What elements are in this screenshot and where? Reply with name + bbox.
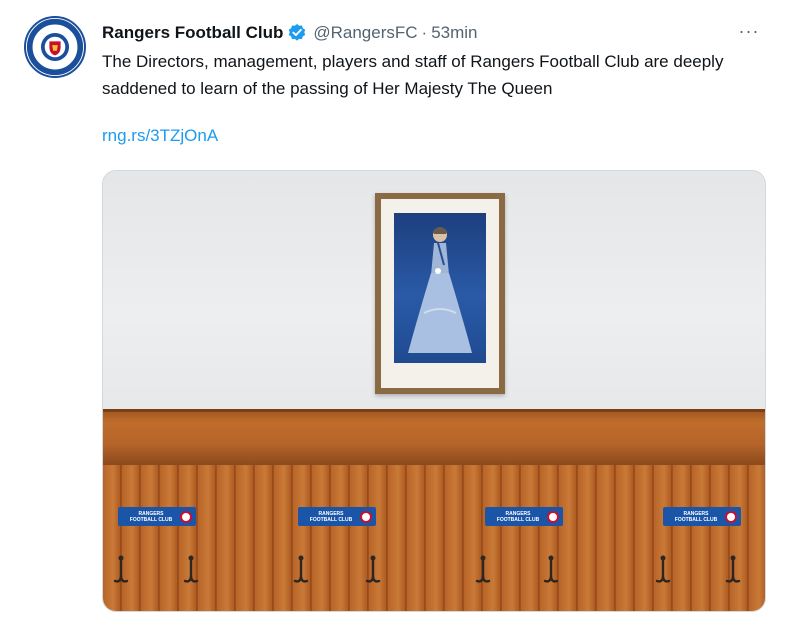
coat-hook-icon	[113, 555, 129, 589]
handle[interactable]: @RangersFC	[313, 23, 417, 43]
display-name[interactable]: Rangers Football Club	[102, 23, 283, 43]
sign-crest-icon	[360, 510, 372, 523]
coat-hook-icon	[655, 555, 671, 589]
coat-hook-icon	[725, 555, 741, 589]
coat-hook-icon	[183, 555, 199, 589]
tweet-card[interactable]: Rangers Football Club @RangersFC · 53min…	[0, 0, 792, 620]
locker-sign: RANGERS FOOTBALL CLUB	[663, 507, 741, 526]
sign-crest-icon	[547, 510, 559, 523]
locker-sign: RANGERS FOOTBALL CLUB	[298, 507, 376, 526]
tweet-text: The Directors, management, players and s…	[102, 52, 724, 98]
tweet-photo[interactable]: RANGERS FOOTBALL CLUB RANGERS FOOTBALL CLU…	[102, 170, 766, 612]
rangers-crest-icon	[26, 18, 84, 76]
verified-badge-icon	[287, 23, 307, 43]
coat-hook-icon	[543, 555, 559, 589]
locker-sign: RANGERS FOOTBALL CLUB	[485, 507, 563, 526]
sign-text: RANGERS FOOTBALL CLUB	[674, 510, 718, 523]
tweet-header: Rangers Football Club @RangersFC · 53min	[102, 21, 478, 45]
coat-hook-icon	[365, 555, 381, 589]
sign-text: RANGERS FOOTBALL CLUB	[496, 510, 540, 523]
sign-text: RANGERS FOOTBALL CLUB	[129, 510, 173, 523]
portrait-frame	[375, 193, 505, 394]
separator-dot: ·	[421, 23, 428, 42]
more-options-icon[interactable]: ···	[733, 21, 765, 41]
wood-panelling	[103, 465, 765, 611]
tweet-link[interactable]: rng.rs/3TZjOnA	[102, 126, 218, 146]
wood-dado-rail	[103, 409, 765, 465]
coat-hook-icon	[293, 555, 309, 589]
sign-crest-icon	[180, 510, 192, 523]
timestamp[interactable]: 53min	[431, 23, 477, 43]
sign-crest-icon	[725, 510, 737, 523]
locker-sign: RANGERS FOOTBALL CLUB	[118, 507, 196, 526]
avatar[interactable]	[24, 16, 86, 78]
coat-hook-icon	[475, 555, 491, 589]
queen-portrait	[394, 213, 486, 363]
sign-text: RANGERS FOOTBALL CLUB	[309, 510, 353, 523]
